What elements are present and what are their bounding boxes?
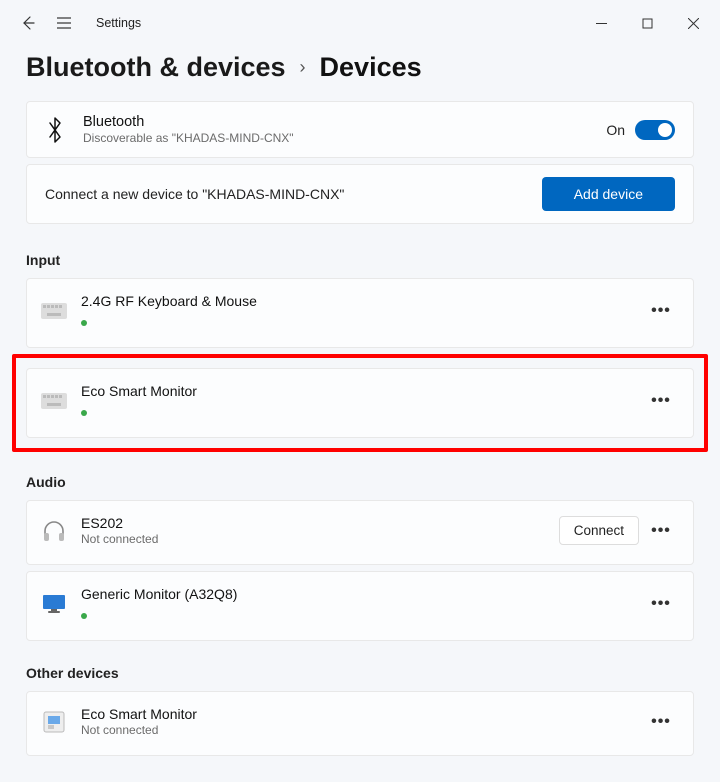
section-label-input: Input (26, 252, 694, 268)
bluetooth-state-label: On (606, 122, 625, 138)
device-row-generic-monitor[interactable]: Generic Monitor (A32Q8) ••• (26, 571, 694, 641)
bluetooth-toggle[interactable] (635, 120, 675, 140)
bluetooth-icon (45, 117, 65, 143)
device-row-keyboard-mouse[interactable]: 2.4G RF Keyboard & Mouse ••• (26, 278, 694, 348)
more-button[interactable]: ••• (647, 517, 675, 545)
device-name: Eco Smart Monitor (81, 706, 633, 722)
connect-button[interactable]: Connect (559, 516, 639, 545)
keyboard-icon (41, 392, 67, 410)
more-button[interactable]: ••• (647, 297, 675, 325)
highlighted-device-frame: Eco Smart Monitor ••• (12, 354, 708, 452)
window-controls (578, 7, 716, 39)
more-button[interactable]: ••• (647, 590, 675, 618)
add-device-prompt: Connect a new device to "KHADAS-MIND-CNX… (45, 186, 344, 202)
device-row-eco-smart-monitor-other[interactable]: Eco Smart Monitor Not connected ••• (26, 691, 694, 756)
device-name: Eco Smart Monitor (81, 383, 633, 399)
device-subtitle: Not connected (81, 723, 633, 737)
add-device-card: Connect a new device to "KHADAS-MIND-CNX… (26, 164, 694, 224)
device-subtitle: Not connected (81, 532, 545, 546)
device-generic-icon (41, 713, 67, 731)
device-info: Eco Smart Monitor (81, 383, 633, 419)
bluetooth-state: On (606, 120, 675, 140)
device-info: 2.4G RF Keyboard & Mouse (81, 293, 633, 329)
section-label-other: Other devices (26, 665, 694, 681)
breadcrumb: Bluetooth & devices › Devices (0, 46, 720, 101)
device-name: 2.4G RF Keyboard & Mouse (81, 293, 633, 309)
content-area: Bluetooth Discoverable as "KHADAS-MIND-C… (0, 101, 720, 782)
device-info: ES202 Not connected (81, 515, 545, 546)
bluetooth-card[interactable]: Bluetooth Discoverable as "KHADAS-MIND-C… (26, 101, 694, 158)
device-info: Generic Monitor (A32Q8) (81, 586, 633, 622)
maximize-button[interactable] (624, 7, 670, 39)
monitor-icon (41, 595, 67, 613)
menu-icon[interactable] (56, 15, 72, 31)
more-button[interactable]: ••• (647, 387, 675, 415)
back-button[interactable] (20, 15, 36, 31)
more-button[interactable]: ••• (647, 708, 675, 736)
status-dot-connected (81, 613, 87, 619)
breadcrumb-current: Devices (320, 52, 422, 83)
close-button[interactable] (670, 7, 716, 39)
minimize-button[interactable] (578, 7, 624, 39)
device-name: ES202 (81, 515, 545, 531)
breadcrumb-parent[interactable]: Bluetooth & devices (26, 52, 286, 83)
device-info: Eco Smart Monitor Not connected (81, 706, 633, 737)
bluetooth-info: Bluetooth Discoverable as "KHADAS-MIND-C… (83, 114, 588, 145)
titlebar: Settings (0, 0, 720, 46)
device-row-es202[interactable]: ES202 Not connected Connect ••• (26, 500, 694, 565)
bluetooth-subtitle: Discoverable as "KHADAS-MIND-CNX" (83, 131, 588, 145)
section-label-audio: Audio (26, 474, 694, 490)
device-name: Generic Monitor (A32Q8) (81, 586, 633, 602)
add-device-button[interactable]: Add device (542, 177, 675, 211)
app-title: Settings (96, 16, 141, 30)
headphones-icon (41, 522, 67, 540)
chevron-right-icon: › (300, 57, 306, 78)
device-actions: Connect ••• (559, 516, 675, 545)
device-row-eco-smart-monitor-input[interactable]: Eco Smart Monitor ••• (26, 368, 694, 438)
bluetooth-title: Bluetooth (83, 114, 588, 130)
keyboard-icon (41, 302, 67, 320)
status-dot-connected (81, 410, 87, 416)
titlebar-left: Settings (20, 15, 141, 31)
status-dot-connected (81, 320, 87, 326)
